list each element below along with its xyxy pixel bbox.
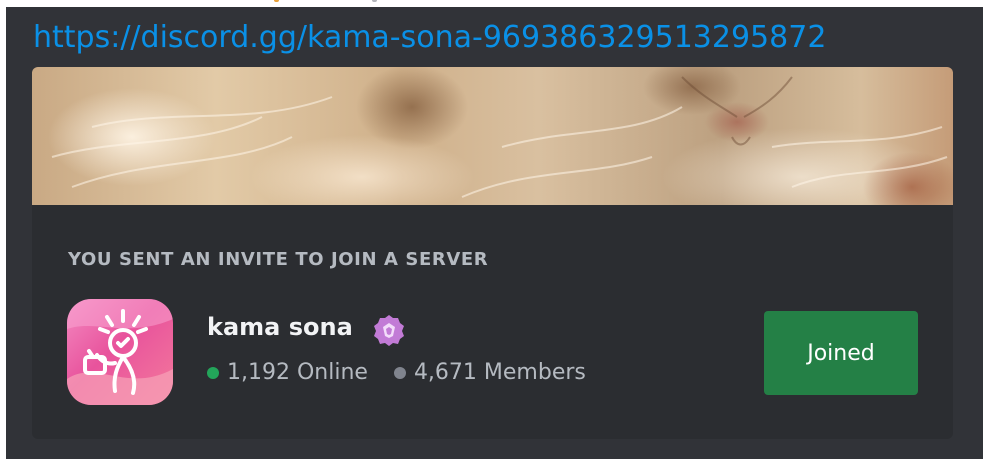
members-stat: 4,671 Members: [393, 360, 586, 385]
banner-cat-fur-texture: [51, 76, 948, 198]
online-status-dot: [207, 366, 219, 379]
invite-heading: YOU SENT AN INVITE TO JOIN A SERVER: [68, 249, 489, 270]
server-icon[interactable]: [67, 299, 173, 405]
member-count: 4,671 Members: [413, 360, 586, 385]
verified-badge-icon: [374, 315, 404, 346]
invite-embed: YOU SENT AN INVITE TO JOIN A SERVER kama…: [32, 67, 953, 439]
invite-link[interactable]: https://discord.gg/kama-sona-96938632951…: [33, 19, 826, 57]
members-status-dot: [393, 366, 406, 379]
server-banner-image: [32, 67, 953, 205]
kama-sona-server-icon: [67, 299, 173, 405]
previous-message-text-cutoff: [186, 0, 416, 7]
joined-button[interactable]: Joined: [764, 311, 918, 395]
server-stats: 1,192 Online 4,671 Members: [207, 360, 586, 385]
server-name[interactable]: kama sona: [207, 313, 353, 341]
message-area: https://discord.gg/kama-sona-96938632951…: [6, 0, 983, 459]
online-count: 1,192 Online: [227, 360, 368, 385]
